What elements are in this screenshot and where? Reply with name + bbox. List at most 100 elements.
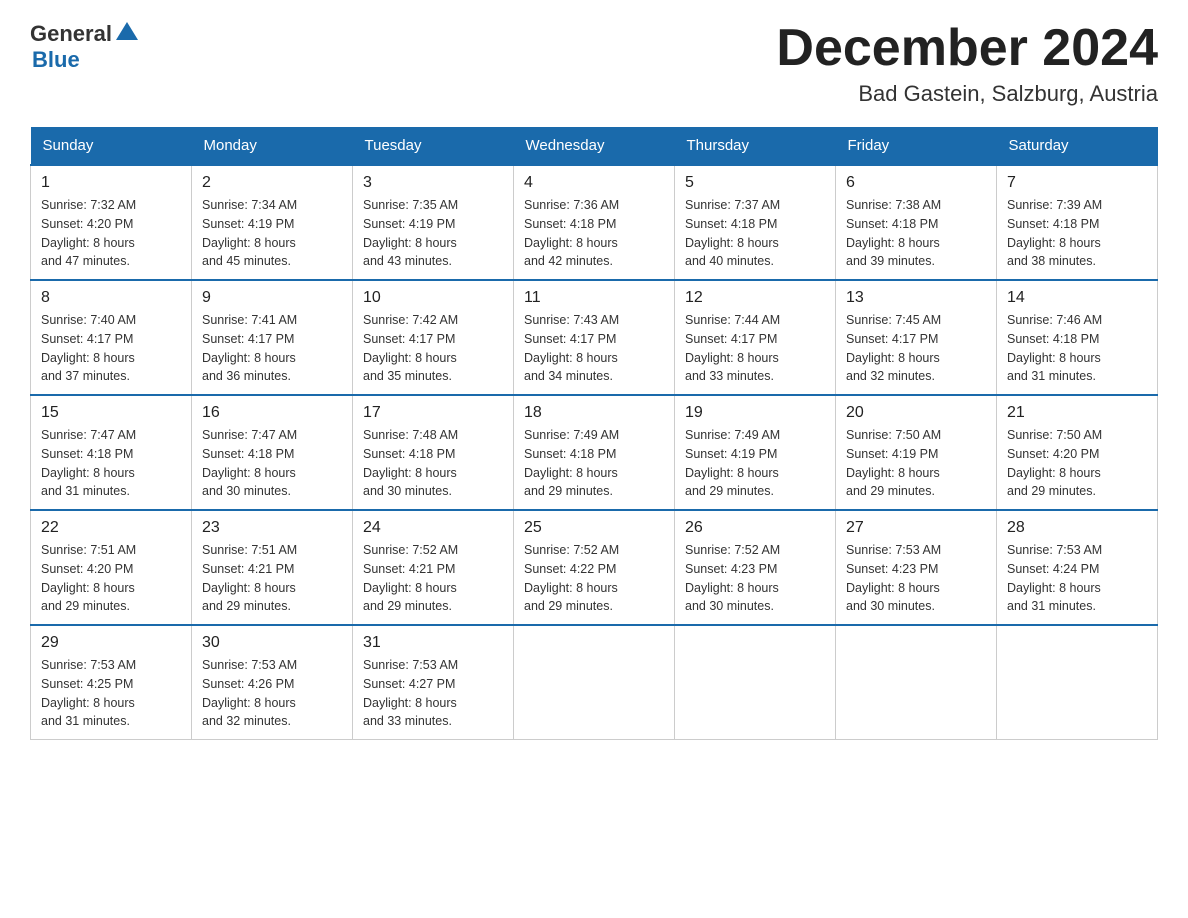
calendar-table: Sunday Monday Tuesday Wednesday Thursday… (30, 127, 1158, 740)
day-info: Sunrise: 7:44 AMSunset: 4:17 PMDaylight:… (685, 311, 825, 386)
table-row: 2 Sunrise: 7:34 AMSunset: 4:19 PMDaylight… (192, 165, 353, 280)
day-info: Sunrise: 7:32 AMSunset: 4:20 PMDaylight:… (41, 196, 181, 271)
day-info: Sunrise: 7:51 AMSunset: 4:20 PMDaylight:… (41, 541, 181, 616)
day-number: 6 (846, 174, 986, 192)
table-row: 10 Sunrise: 7:42 AMSunset: 4:17 PMDayligh… (353, 280, 514, 395)
table-row: 19 Sunrise: 7:49 AMSunset: 4:19 PMDayligh… (675, 395, 836, 510)
day-number: 10 (363, 289, 503, 307)
day-number: 17 (363, 404, 503, 422)
day-number: 5 (685, 174, 825, 192)
day-info: Sunrise: 7:52 AMSunset: 4:21 PMDaylight:… (363, 541, 503, 616)
day-info: Sunrise: 7:52 AMSunset: 4:23 PMDaylight:… (685, 541, 825, 616)
day-number: 31 (363, 634, 503, 652)
day-info: Sunrise: 7:35 AMSunset: 4:19 PMDaylight:… (363, 196, 503, 271)
day-number: 20 (846, 404, 986, 422)
day-number: 18 (524, 404, 664, 422)
day-number: 27 (846, 519, 986, 537)
day-number: 21 (1007, 404, 1147, 422)
table-row: 31 Sunrise: 7:53 AMSunset: 4:27 PMDayligh… (353, 625, 514, 740)
day-info: Sunrise: 7:50 AMSunset: 4:19 PMDaylight:… (846, 426, 986, 501)
month-title: December 2024 (776, 20, 1158, 77)
day-number: 19 (685, 404, 825, 422)
table-row: 29 Sunrise: 7:53 AMSunset: 4:25 PMDayligh… (31, 625, 192, 740)
table-row: 20 Sunrise: 7:50 AMSunset: 4:19 PMDayligh… (836, 395, 997, 510)
day-info: Sunrise: 7:46 AMSunset: 4:18 PMDaylight:… (1007, 311, 1147, 386)
table-row: 17 Sunrise: 7:48 AMSunset: 4:18 PMDayligh… (353, 395, 514, 510)
col-monday: Monday (192, 127, 353, 165)
logo-triangle-icon (116, 20, 138, 42)
day-number: 2 (202, 174, 342, 192)
day-number: 26 (685, 519, 825, 537)
day-number: 15 (41, 404, 181, 422)
table-row: 5 Sunrise: 7:37 AMSunset: 4:18 PMDaylight… (675, 165, 836, 280)
day-info: Sunrise: 7:53 AMSunset: 4:27 PMDaylight:… (363, 656, 503, 731)
table-row: 4Sunrise: 7:36 AMSunset: 4:18 PMDaylight… (514, 165, 675, 280)
day-info: Sunrise: 7:41 AMSunset: 4:17 PMDaylight:… (202, 311, 342, 386)
day-info: Sunrise: 7:48 AMSunset: 4:18 PMDaylight:… (363, 426, 503, 501)
page-header: General Blue December 2024 Bad Gastein, … (30, 20, 1158, 107)
table-row: 30 Sunrise: 7:53 AMSunset: 4:26 PMDayligh… (192, 625, 353, 740)
day-number: 3 (363, 174, 503, 192)
day-number: 30 (202, 634, 342, 652)
day-number: 1 (41, 174, 181, 192)
day-number: 9 (202, 289, 342, 307)
table-row: 24 Sunrise: 7:52 AMSunset: 4:21 PMDayligh… (353, 510, 514, 625)
table-row: 8Sunrise: 7:40 AMSunset: 4:17 PMDaylight… (31, 280, 192, 395)
table-row: 6Sunrise: 7:38 AMSunset: 4:18 PMDaylight… (836, 165, 997, 280)
table-row: 3 Sunrise: 7:35 AMSunset: 4:19 PMDaylight… (353, 165, 514, 280)
table-row: 12 Sunrise: 7:44 AMSunset: 4:17 PMDayligh… (675, 280, 836, 395)
day-info: Sunrise: 7:49 AMSunset: 4:19 PMDaylight:… (685, 426, 825, 501)
calendar-title-block: December 2024 Bad Gastein, Salzburg, Aus… (776, 20, 1158, 107)
day-info: Sunrise: 7:53 AMSunset: 4:23 PMDaylight:… (846, 541, 986, 616)
day-number: 22 (41, 519, 181, 537)
col-sunday: Sunday (31, 127, 192, 165)
col-wednesday: Wednesday (514, 127, 675, 165)
table-row: 7 Sunrise: 7:39 AMSunset: 4:18 PMDaylight… (997, 165, 1158, 280)
day-info: Sunrise: 7:37 AMSunset: 4:18 PMDaylight:… (685, 196, 825, 271)
table-row: 25 Sunrise: 7:52 AMSunset: 4:22 PMDayligh… (514, 510, 675, 625)
day-info: Sunrise: 7:49 AMSunset: 4:18 PMDaylight:… (524, 426, 664, 501)
table-row: 26 Sunrise: 7:52 AMSunset: 4:23 PMDayligh… (675, 510, 836, 625)
day-number: 23 (202, 519, 342, 537)
day-number: 25 (524, 519, 664, 537)
day-info: Sunrise: 7:43 AMSunset: 4:17 PMDaylight:… (524, 311, 664, 386)
day-info: Sunrise: 7:34 AMSunset: 4:19 PMDaylight:… (202, 196, 342, 271)
col-tuesday: Tuesday (353, 127, 514, 165)
day-info: Sunrise: 7:39 AMSunset: 4:18 PMDaylight:… (1007, 196, 1147, 271)
table-row: 28 Sunrise: 7:53 AMSunset: 4:24 PMDayligh… (997, 510, 1158, 625)
day-info: Sunrise: 7:51 AMSunset: 4:21 PMDaylight:… (202, 541, 342, 616)
day-info: Sunrise: 7:53 AMSunset: 4:24 PMDaylight:… (1007, 541, 1147, 616)
table-row (675, 625, 836, 740)
day-info: Sunrise: 7:53 AMSunset: 4:25 PMDaylight:… (41, 656, 181, 731)
day-number: 7 (1007, 174, 1147, 192)
col-saturday: Saturday (997, 127, 1158, 165)
day-number: 12 (685, 289, 825, 307)
day-info: Sunrise: 7:42 AMSunset: 4:17 PMDaylight:… (363, 311, 503, 386)
day-info: Sunrise: 7:45 AMSunset: 4:17 PMDaylight:… (846, 311, 986, 386)
day-number: 11 (524, 289, 664, 307)
logo-general-text: General (30, 21, 112, 47)
day-info: Sunrise: 7:50 AMSunset: 4:20 PMDaylight:… (1007, 426, 1147, 501)
table-row: 27 Sunrise: 7:53 AMSunset: 4:23 PMDayligh… (836, 510, 997, 625)
week-row-2: 8Sunrise: 7:40 AMSunset: 4:17 PMDaylight… (31, 280, 1158, 395)
table-row: 9 Sunrise: 7:41 AMSunset: 4:17 PMDaylight… (192, 280, 353, 395)
col-friday: Friday (836, 127, 997, 165)
table-row: 22 Sunrise: 7:51 AMSunset: 4:20 PMDayligh… (31, 510, 192, 625)
day-number: 24 (363, 519, 503, 537)
day-info: Sunrise: 7:52 AMSunset: 4:22 PMDaylight:… (524, 541, 664, 616)
table-row (514, 625, 675, 740)
table-row: 16 Sunrise: 7:47 AMSunset: 4:18 PMDayligh… (192, 395, 353, 510)
week-row-5: 29 Sunrise: 7:53 AMSunset: 4:25 PMDayligh… (31, 625, 1158, 740)
day-number: 16 (202, 404, 342, 422)
table-row: 1 Sunrise: 7:32 AMSunset: 4:20 PMDaylight… (31, 165, 192, 280)
logo: General Blue (30, 20, 138, 73)
table-row: 23 Sunrise: 7:51 AMSunset: 4:21 PMDayligh… (192, 510, 353, 625)
table-row (836, 625, 997, 740)
week-row-4: 22 Sunrise: 7:51 AMSunset: 4:20 PMDayligh… (31, 510, 1158, 625)
day-number: 29 (41, 634, 181, 652)
day-info: Sunrise: 7:53 AMSunset: 4:26 PMDaylight:… (202, 656, 342, 731)
day-number: 8 (41, 289, 181, 307)
table-row: 18 Sunrise: 7:49 AMSunset: 4:18 PMDayligh… (514, 395, 675, 510)
day-info: Sunrise: 7:47 AMSunset: 4:18 PMDaylight:… (202, 426, 342, 501)
day-number: 28 (1007, 519, 1147, 537)
